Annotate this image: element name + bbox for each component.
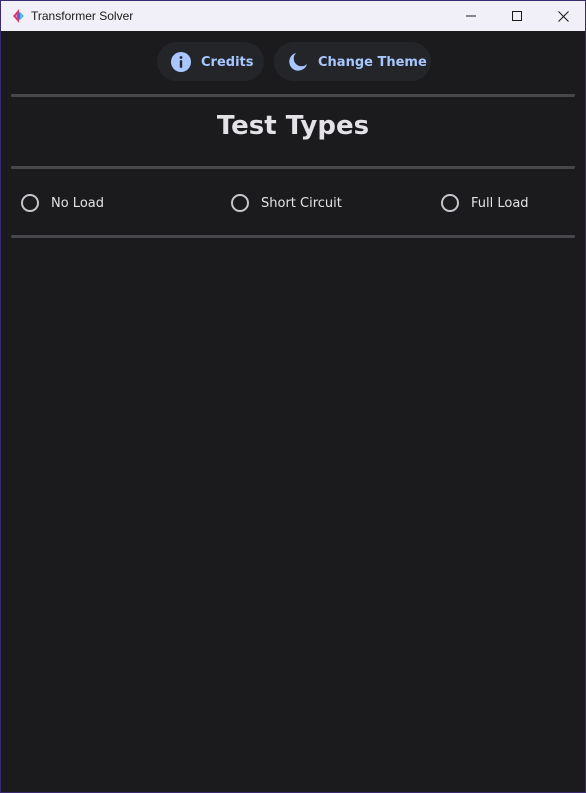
title-bar[interactable]: Transformer Solver bbox=[1, 1, 585, 31]
maximize-button[interactable] bbox=[494, 1, 540, 31]
info-icon bbox=[171, 52, 191, 72]
change-theme-label: Change Theme bbox=[318, 55, 427, 70]
radio-circle-icon[interactable] bbox=[21, 194, 39, 212]
test-type-radio-group: No Load Short Circuit Full Load bbox=[1, 191, 585, 215]
credits-button[interactable]: Credits bbox=[157, 42, 264, 81]
app-logo-icon bbox=[13, 9, 24, 23]
maximize-icon bbox=[512, 11, 522, 21]
radio-circle-icon[interactable] bbox=[231, 194, 249, 212]
radio-label[interactable]: No Load bbox=[51, 196, 104, 211]
divider bbox=[11, 94, 575, 97]
radio-no-load[interactable]: No Load bbox=[21, 191, 104, 215]
radio-label[interactable]: Short Circuit bbox=[261, 196, 342, 211]
radio-label[interactable]: Full Load bbox=[471, 196, 529, 211]
minimize-icon bbox=[466, 15, 476, 17]
radio-circle-icon[interactable] bbox=[441, 194, 459, 212]
change-theme-button[interactable]: Change Theme bbox=[274, 42, 431, 81]
credits-label: Credits bbox=[201, 55, 254, 70]
radio-full-load[interactable]: Full Load bbox=[441, 191, 529, 215]
app-window: Transformer Solver Credits Change Theme … bbox=[0, 0, 586, 793]
moon-icon bbox=[289, 53, 307, 71]
divider bbox=[11, 235, 575, 238]
close-icon bbox=[557, 10, 569, 22]
page-title: Test Types bbox=[216, 111, 370, 141]
action-bar: Credits Change Theme bbox=[1, 42, 585, 82]
minimize-button[interactable] bbox=[448, 1, 494, 31]
divider bbox=[11, 166, 575, 169]
window-title: Transformer Solver bbox=[31, 9, 134, 23]
radio-short-circuit[interactable]: Short Circuit bbox=[231, 191, 342, 215]
close-button[interactable] bbox=[540, 1, 585, 31]
